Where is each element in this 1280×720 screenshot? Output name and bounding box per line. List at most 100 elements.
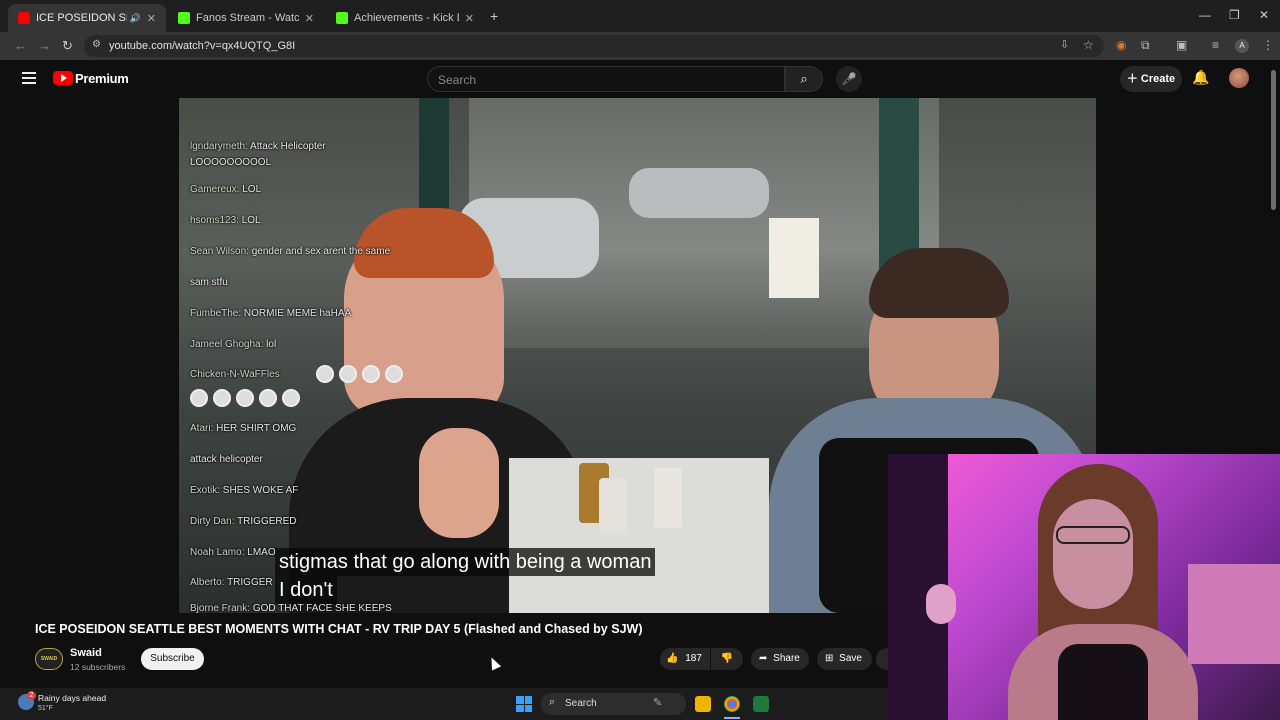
cast-icon[interactable]: ▣ [1176, 38, 1187, 52]
chat-username: Chicken-N-WaFFles [190, 369, 280, 380]
emote-icon [282, 389, 300, 407]
dislike-button[interactable]: 👎 [711, 648, 743, 670]
tab-kick-stream[interactable]: Fanos Stream - Watch Live on K ✕ [168, 4, 324, 32]
profile-avatar-icon[interactable]: A [1235, 39, 1249, 53]
streamer-face [1053, 499, 1133, 609]
chat-text: GOD THAT FACE SHE KEEPS [252, 603, 392, 614]
emote-icon [385, 365, 403, 383]
minimize-window-icon[interactable]: — [1199, 8, 1211, 22]
glasses-icon [1056, 526, 1130, 544]
share-label: Share [773, 653, 800, 664]
share-arrow-icon: ➦ [759, 653, 768, 664]
create-label: Create [1140, 73, 1176, 85]
chat-username: Noah Lamo: [190, 547, 245, 558]
video-title: ICE POSEIDON SEATTLE BEST MOMENTS WITH C… [35, 622, 643, 636]
youtube-brand[interactable]: Premium [75, 71, 129, 86]
chat-username: Dirty Dan: [190, 516, 235, 527]
chat-text: LOL [242, 184, 262, 195]
share-button[interactable]: ➦ Share [751, 648, 809, 670]
chat-username: Bjorne Frank: [190, 603, 251, 614]
like-button[interactable]: 👍 187 [660, 648, 710, 670]
thumbs-up-icon: 👍 [666, 653, 679, 664]
chat-username: Jameel Ghogha: [190, 339, 264, 350]
microphone-icon: 🎤 [841, 72, 857, 86]
search-input[interactable]: Search [427, 66, 785, 92]
emote-icon [362, 365, 380, 383]
subscribe-button[interactable]: Subscribe [141, 648, 204, 670]
tab-kick-dashboard[interactable]: Achievements - Kick Dashboard ✕ [326, 4, 484, 32]
chat-text: NORMIE MEME haHAA [243, 308, 352, 319]
weather-badge: 2 [27, 691, 36, 700]
search-placeholder: Search [438, 73, 477, 87]
site-info-icon[interactable]: ⚙ [92, 39, 101, 50]
tab-search-icon[interactable]: ≡ [1212, 38, 1219, 52]
chrome-icon[interactable] [724, 696, 740, 712]
chat-text: SHES WOKE AF [222, 485, 299, 496]
chat-text: sam stfu [190, 277, 228, 288]
notifications-bell-icon[interactable]: 🔔 [1192, 69, 1209, 86]
parked-car [629, 168, 769, 218]
voice-search-button[interactable]: 🎤 [836, 66, 862, 92]
room-shelf [1188, 564, 1280, 664]
new-tab-plus-icon[interactable]: + [490, 8, 498, 24]
windows-start-icon[interactable] [516, 696, 532, 712]
close-window-icon[interactable]: ✕ [1259, 8, 1269, 22]
chat-message: Chicken-N-WaFFles [190, 369, 280, 380]
chat-message: sam stfu [190, 277, 228, 288]
more-actions-button[interactable] [876, 648, 888, 670]
tab-youtube[interactable]: ICE POSEIDON SEATTLE BE 🔊 ✕ [8, 4, 166, 32]
weather-text[interactable]: Rainy days ahead [38, 693, 106, 703]
chat-text: Attack Helicopter [250, 141, 326, 152]
person-right-hair [869, 248, 1009, 318]
thumbs-down-icon: 👎 [720, 653, 734, 664]
extension-icon[interactable]: ◉ [1116, 38, 1126, 52]
page-scrollbar[interactable] [1271, 70, 1276, 210]
emote-icon [236, 389, 254, 407]
file-explorer-icon[interactable] [695, 696, 711, 712]
plus-icon: ＋ [1126, 73, 1141, 85]
extensions-puzzle-icon[interactable]: ⧉ [1141, 38, 1150, 53]
chat-username: FumbeThe: [190, 308, 242, 319]
close-tab-icon[interactable]: ✕ [465, 12, 474, 25]
channel-avatar[interactable]: SWAID [35, 648, 63, 670]
tab-label: ICE POSEIDON SEATTLE BE [36, 12, 127, 24]
chat-username: Gamereux: [190, 184, 240, 195]
forward-arrow-icon[interactable]: → [38, 38, 51, 53]
chat-text: LMAO [247, 547, 276, 558]
restore-window-icon[interactable]: ❐ [1229, 8, 1240, 22]
os-taskbar: 2 Rainy days ahead 51°F ⌕ Search ✎ [0, 688, 888, 720]
chat-text: LOOOOOOOOOL [190, 157, 272, 168]
channel-name[interactable]: Swaid [70, 647, 102, 659]
app-icon[interactable] [753, 696, 769, 712]
create-button[interactable]: ＋ Create [1120, 66, 1182, 92]
caption-line-1: stigmas that go along with being a woman [275, 548, 656, 576]
like-count: 187 [685, 653, 702, 664]
more-menu-icon[interactable]: ⋮ [1262, 38, 1274, 52]
search-icon: ⌕ [549, 696, 556, 708]
chat-message: Dirty Dan: TRIGGERED [190, 516, 297, 527]
search-button[interactable]: ⌕ [785, 66, 823, 92]
emote-icon [316, 365, 334, 383]
menu-hamburger-icon[interactable] [22, 72, 36, 84]
chat-message: Exotik: SHES WOKE AF [190, 485, 298, 496]
save-button[interactable]: ⊞ Save [817, 648, 872, 670]
streamer-top [1058, 644, 1148, 720]
browser-toolbar: ← → ↻ ⚙ youtube.com/watch?v=qx4UQTQ_G8I … [0, 32, 1280, 60]
youtube-logo-icon[interactable] [53, 71, 73, 85]
youtube-header: Premium Search ⌕ 🎤 ＋ Create 🔔 [0, 60, 1280, 98]
save-label: Save [839, 653, 862, 664]
reload-icon[interactable]: ↻ [62, 38, 73, 54]
chat-username: Exotik: [190, 485, 221, 496]
chat-message: attack helicopter [190, 454, 263, 465]
chat-message: Gamereux: LOL [190, 184, 261, 195]
taskbar-search[interactable]: ⌕ Search ✎ [541, 693, 686, 715]
close-tab-icon[interactable]: ✕ [147, 12, 156, 25]
chat-text: TRIGGER [227, 577, 273, 588]
address-bar[interactable]: ⚙ youtube.com/watch?v=qx4UQTQ_G8I ⇩ ☆ [84, 35, 1104, 57]
account-avatar[interactable] [1229, 68, 1249, 88]
back-arrow-icon[interactable]: ← [14, 38, 27, 53]
install-app-icon[interactable]: ⇩ [1060, 38, 1069, 51]
bookmark-star-icon[interactable]: ☆ [1083, 38, 1094, 52]
close-tab-icon[interactable]: ✕ [305, 12, 314, 25]
speaker-icon: 🔊 [129, 12, 141, 23]
